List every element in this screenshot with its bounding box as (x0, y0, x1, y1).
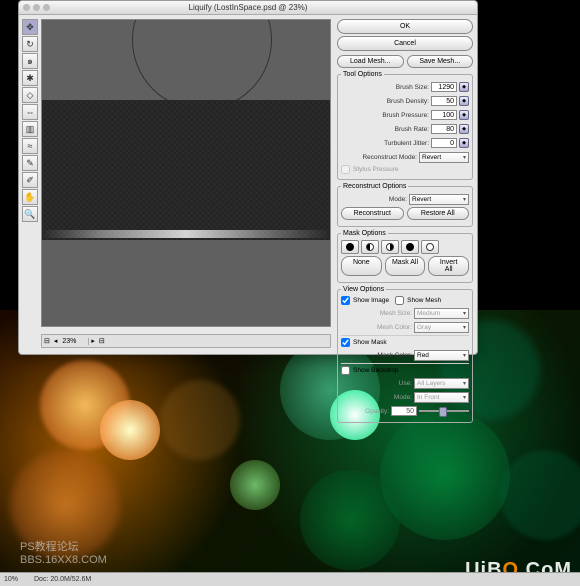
reconstruct-button[interactable]: Reconstruct (341, 207, 404, 220)
load-mesh-button[interactable]: Load Mesh... (337, 55, 404, 68)
zoom-tool[interactable]: 🔍 (22, 206, 38, 222)
toolbar: ✥ ↻ ๑ ✱ ◇ ⇔ ▥ ≈ ✎ ✐ ✋ 🔍 (22, 19, 38, 223)
turbulence-tool[interactable]: ≈ (22, 138, 38, 154)
mask-none-button[interactable]: None (341, 256, 382, 276)
mask-replace-icon[interactable] (341, 240, 359, 254)
mesh-size-dropdown: Medium (414, 308, 469, 319)
show-backdrop-checkbox[interactable] (341, 366, 350, 375)
reconstruct-mode-select[interactable]: Revert (409, 194, 469, 205)
reconstruct-legend: Reconstruct Options (341, 183, 408, 190)
save-mesh-button[interactable]: Save Mesh... (407, 55, 474, 68)
push-left-tool[interactable]: ⇔ (22, 104, 38, 120)
hand-tool[interactable]: ✋ (22, 189, 38, 205)
window-title: Liquify (LostInSpace.psd @ 23%) (189, 3, 308, 12)
liquify-dialog: Liquify (LostInSpace.psd @ 23%) ✥ ↻ ๑ ✱ … (18, 0, 478, 355)
options-panel: OK Cancel Load Mesh... Save Mesh... Tool… (337, 19, 473, 426)
mesh-color-dropdown: Gray (414, 322, 469, 333)
turbulent-jitter-spinner[interactable]: ◆ (459, 138, 469, 148)
mask-subtract-icon[interactable] (381, 240, 399, 254)
statusbar: ⊟ ◂ 23% ▸ ⊟ (41, 334, 331, 348)
view-legend: View Options (341, 286, 386, 293)
mask-legend: Mask Options (341, 230, 388, 237)
invert-all-button[interactable]: Invert All (428, 256, 469, 276)
brush-rate-spinner[interactable]: ◆ (459, 124, 469, 134)
brush-rate-input[interactable] (431, 124, 457, 134)
backdrop-use-dropdown: All Layers (414, 378, 469, 389)
mask-add-icon[interactable] (361, 240, 379, 254)
turbulent-jitter-input[interactable] (431, 138, 457, 148)
cancel-button[interactable]: Cancel (337, 36, 473, 51)
stylus-pressure-checkbox (341, 165, 350, 174)
forward-warp-tool[interactable]: ✥ (22, 19, 38, 35)
mask-options-group: Mask Options None Mask All Invert All (337, 230, 473, 283)
mask-all-button[interactable]: Mask All (385, 256, 426, 276)
tool-options-group: Tool Options Brush Size:◆ Brush Density:… (337, 71, 473, 180)
watermark-left: PS教程论坛 BBS.16XX8.COM (20, 538, 107, 566)
mask-intersect-icon[interactable] (401, 240, 419, 254)
restore-all-button[interactable]: Restore All (407, 207, 470, 220)
pucker-tool[interactable]: ✱ (22, 70, 38, 86)
titlebar[interactable]: Liquify (LostInSpace.psd @ 23%) (19, 1, 477, 15)
backdrop-opacity-input (391, 406, 417, 416)
brush-pressure-spinner[interactable]: ◆ (459, 110, 469, 120)
show-mask-checkbox[interactable] (341, 338, 350, 347)
mirror-tool[interactable]: ▥ (22, 121, 38, 137)
opacity-slider (419, 406, 469, 416)
bloat-tool[interactable]: ◇ (22, 87, 38, 103)
brush-pressure-input[interactable] (431, 110, 457, 120)
brush-density-input[interactable] (431, 96, 457, 106)
mask-color-dropdown[interactable]: Red (414, 350, 469, 361)
nav-next-icon[interactable]: ▸ (89, 337, 97, 345)
zoom-icon[interactable] (43, 4, 50, 11)
close-icon[interactable] (23, 4, 30, 11)
reconstruct-mode-dropdown[interactable]: Revert (419, 152, 469, 163)
app-statusbar: 10% Doc: 20.0M/52.6M (0, 572, 580, 586)
twirl-tool[interactable]: ๑ (22, 53, 38, 69)
reconstruct-tool[interactable]: ↻ (22, 36, 38, 52)
nav-prev-icon[interactable]: ◂ (52, 337, 60, 345)
brush-size-input[interactable] (431, 82, 457, 92)
freeze-mask-tool[interactable]: ✎ (22, 155, 38, 171)
nav-last-icon[interactable]: ⊟ (97, 337, 107, 345)
brush-density-spinner[interactable]: ◆ (459, 96, 469, 106)
brush-size-spinner[interactable]: ◆ (459, 82, 469, 92)
view-options-group: View Options Show Image Show Mesh Mesh S… (337, 286, 473, 423)
nav-first-icon[interactable]: ⊟ (42, 337, 52, 345)
show-image-checkbox[interactable] (341, 296, 350, 305)
zoom-field[interactable]: 23% (59, 338, 89, 345)
minimize-icon[interactable] (33, 4, 40, 11)
doc-size-label: Doc: 20.0M/52.6M (34, 576, 91, 583)
tool-options-legend: Tool Options (341, 71, 384, 78)
preview-canvas[interactable] (41, 19, 331, 327)
ok-button[interactable]: OK (337, 19, 473, 34)
thaw-mask-tool[interactable]: ✐ (22, 172, 38, 188)
show-mesh-checkbox[interactable] (395, 296, 404, 305)
reconstruct-options-group: Reconstruct Options Mode:Revert Reconstr… (337, 183, 473, 227)
mask-invert-icon[interactable] (421, 240, 439, 254)
backdrop-mode-dropdown: In Front (414, 392, 469, 403)
